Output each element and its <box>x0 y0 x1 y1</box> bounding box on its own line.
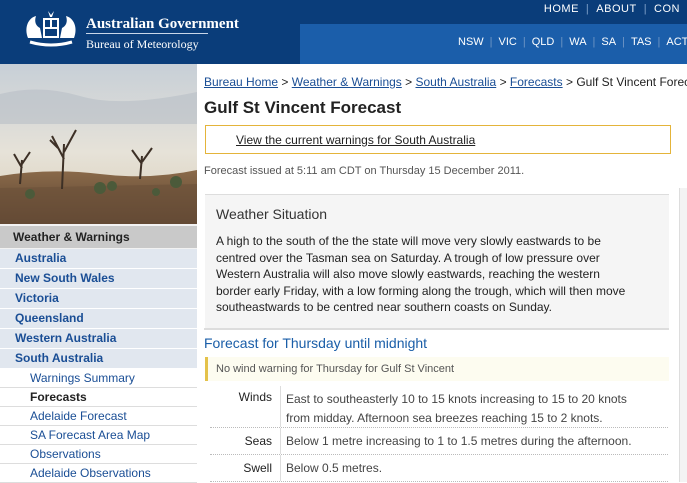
nav-sub-forecast-area-map[interactable]: SA Forecast Area Map <box>0 426 197 445</box>
row-divider <box>280 386 281 427</box>
situation-title: Weather Situation <box>216 206 328 222</box>
row-value-line: from midday. Afternoon sea breezes reach… <box>286 411 603 425</box>
breadcrumb-south-australia[interactable]: South Australia <box>416 75 497 89</box>
issued-time: Forecast issued at 5:11 am CDT on Thursd… <box>204 165 525 177</box>
nav-item-australia[interactable]: Australia <box>0 249 197 269</box>
row-value: Below 1 metre increasing to 1 to 1.5 met… <box>286 428 668 448</box>
row-value-line: East to southeasterly 10 to 15 knots inc… <box>286 392 627 406</box>
sidebar: Weather & Warnings Australia New South W… <box>0 64 197 483</box>
forecast-row-seas: Seas Below 1 metre increasing to 1 to 1.… <box>210 428 668 455</box>
no-wind-warning: No wind warning for Thursday for Gulf St… <box>205 357 669 381</box>
current-warnings-link[interactable]: View the current warnings for South Aust… <box>236 133 475 147</box>
side-nav: Australia New South Wales Victoria Queen… <box>0 249 197 483</box>
situation-text: A high to the south of the the state wil… <box>216 233 641 316</box>
breadcrumb-home[interactable]: Bureau Home <box>204 75 278 89</box>
situation-line: A high to the south of the the state wil… <box>216 234 601 248</box>
forecast-table: Winds East to southeasterly 10 to 15 kno… <box>210 386 668 482</box>
row-value: East to southeasterly 10 to 15 knots inc… <box>286 386 668 428</box>
nav-item-south-australia[interactable]: South Australia <box>0 349 197 369</box>
breadcrumb-separator: > <box>565 75 573 89</box>
warnings-box: View the current warnings for South Aust… <box>205 125 671 154</box>
breadcrumb-forecasts[interactable]: Forecasts <box>510 75 563 89</box>
row-value-line: Below 0.5 metres. <box>286 461 383 475</box>
top-links: HOME | ABOUT | CON <box>537 3 687 15</box>
situation-line: border early Friday, with a low forming … <box>216 283 626 298</box>
nav-sub-warnings-summary[interactable]: Warnings Summary <box>0 369 197 388</box>
nav-item-queensland[interactable]: Queensland <box>0 309 197 329</box>
breadcrumb-separator: > <box>499 75 507 89</box>
row-label: Winds <box>238 390 272 404</box>
row-divider <box>280 428 281 454</box>
page-title: Gulf St Vincent Forecast <box>204 98 402 117</box>
site-header: Australian Government Bureau of Meteorol… <box>0 0 687 64</box>
tab-qld[interactable]: QLD <box>526 36 561 48</box>
breadcrumb-current: Gulf St Vincent Forecast <box>576 75 687 89</box>
breadcrumb-separator: > <box>281 75 289 89</box>
nav-item-victoria[interactable]: Victoria <box>0 289 197 309</box>
landscape-photo <box>0 64 197 224</box>
weather-situation-panel: Weather Situation A high to the south of… <box>205 194 669 328</box>
nav-sub-adelaide-observations[interactable]: Adelaide Observations <box>0 464 197 483</box>
nav-sub-forecasts[interactable]: Forecasts <box>0 388 197 407</box>
situation-line: Western Australia will also move slowly … <box>216 267 600 281</box>
nav-item-western-australia[interactable]: Western Australia <box>0 329 197 349</box>
situation-line: southeastwards to be centred near southe… <box>216 300 552 314</box>
tab-wa[interactable]: WA <box>563 36 592 48</box>
nav-item-nsw[interactable]: New South Wales <box>0 269 197 289</box>
breadcrumb: Bureau Home > Weather & Warnings > South… <box>204 75 687 89</box>
about-link[interactable]: ABOUT <box>589 3 643 15</box>
home-link[interactable]: HOME <box>537 3 586 15</box>
breadcrumb-weather-warnings[interactable]: Weather & Warnings <box>292 75 402 89</box>
row-value-line: Below 1 metre increasing to 1 to 1.5 met… <box>286 434 632 448</box>
right-panel-edge <box>679 188 687 482</box>
tab-nsw[interactable]: NSW <box>452 36 490 48</box>
forecast-title: Forecast for Thursday until midnight <box>204 335 428 351</box>
tab-act[interactable]: ACT <box>660 36 687 48</box>
tab-tas[interactable]: TAS <box>625 36 658 48</box>
nav-sub-adelaide-forecast[interactable]: Adelaide Forecast <box>0 407 197 426</box>
bom-title[interactable]: Bureau of Meteorology <box>86 37 199 52</box>
row-value: Below 0.5 metres. <box>286 455 668 475</box>
state-tabs: NSW | VIC | QLD | WA | SA | TAS | ACT <box>452 36 687 48</box>
breadcrumb-separator: > <box>405 75 413 89</box>
forecast-row-swell: Swell Below 0.5 metres. <box>210 455 668 482</box>
row-label: Seas <box>244 434 272 448</box>
forecast-row-winds: Winds East to southeasterly 10 to 15 kno… <box>210 386 668 428</box>
gov-title[interactable]: Australian Government <box>86 16 239 33</box>
coat-of-arms-logo[interactable] <box>22 8 80 52</box>
tab-vic[interactable]: VIC <box>493 36 523 48</box>
title-divider <box>86 33 208 34</box>
nav-heading[interactable]: Weather & Warnings <box>0 226 197 248</box>
row-label: Swell <box>243 461 272 475</box>
situation-line: centred over the Tasman sea on Saturday.… <box>216 250 600 265</box>
nav-sub-observations[interactable]: Observations <box>0 445 197 464</box>
section-divider <box>204 328 669 330</box>
tab-sa[interactable]: SA <box>595 36 622 48</box>
row-divider <box>280 455 281 481</box>
contact-link[interactable]: CON <box>647 3 687 15</box>
main-content: Bureau Home > Weather & Warnings > South… <box>204 64 687 482</box>
